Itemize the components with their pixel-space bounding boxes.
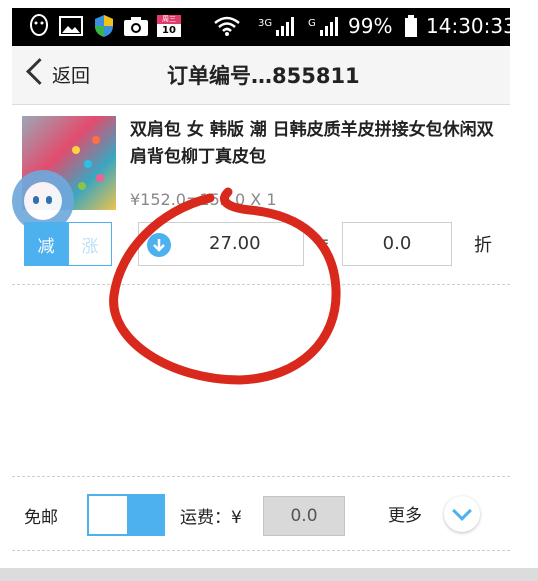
shield-icon [92,14,116,38]
battery-percent: 99% [348,14,393,38]
signal-icon [318,14,340,38]
status-bar: 周三 10 3G G 99% 14:30:33 [12,8,516,46]
divider [12,476,510,477]
calendar-icon: 周三 10 [156,14,182,38]
clock: 14:30:33 [426,14,516,38]
page-title: 订单编号…855811 [167,64,360,88]
more-label[interactable]: 更多 [388,501,422,526]
camera-icon [122,14,150,38]
freight-input[interactable]: 0.0 [263,496,345,536]
annotation-circle [109,187,341,385]
free-shipping-label: 免邮 [24,508,58,528]
image-icon [58,14,84,38]
decrease-toggle[interactable]: 减 [24,222,68,266]
more-button[interactable] [444,496,480,532]
network-type-3g: 3G [258,18,273,29]
toggle-knob [89,496,127,534]
network-type-g: G [308,18,316,29]
free-shipping-toggle[interactable] [87,494,165,536]
product-title: 双肩包 女 韩版 潮 日韩皮质羊皮拼接女包休闲双肩背包柳丁真皮包 [130,120,494,167]
freight-label: 运费：¥ [180,508,242,528]
battery-icon [404,14,418,38]
back-chevron-icon[interactable] [26,58,53,85]
discount-rate-field[interactable]: 0.0 [342,222,452,266]
chevron-down-icon [452,501,472,521]
divider [12,550,510,551]
signal-icon [274,14,296,38]
back-button[interactable]: 返回 [52,61,90,88]
bottom-bar [0,568,538,581]
wifi-icon [212,14,242,38]
discount-unit-label: 折 [474,235,492,256]
nav-header: 返回 订单编号…855811 [12,46,510,105]
qq-icon [26,14,52,38]
